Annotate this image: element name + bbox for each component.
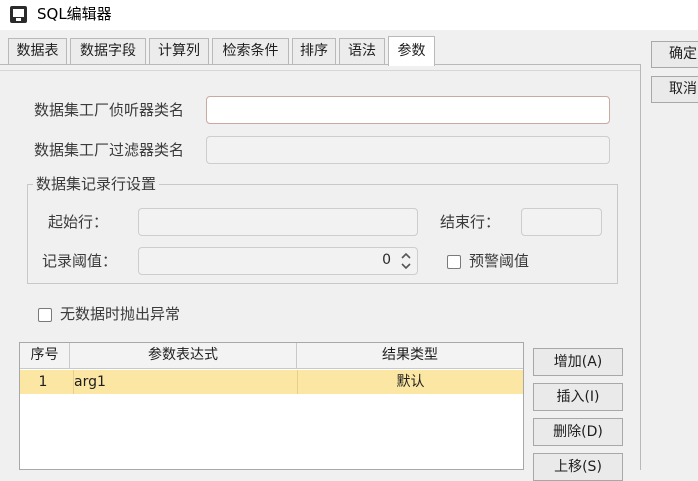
tab-search-conditions[interactable]: 检索条件 — [212, 38, 289, 64]
throw-on-empty-checkbox[interactable] — [38, 308, 52, 322]
table-row[interactable]: 1 arg1 默认 — [20, 370, 523, 394]
warn-threshold-checkbox[interactable] — [447, 255, 461, 269]
column-header-expression[interactable]: 参数表达式 — [70, 343, 297, 369]
window-title: SQL编辑器 — [37, 5, 112, 23]
threshold-value: 0 — [382, 252, 391, 268]
add-button[interactable]: 增加(A) — [533, 348, 623, 376]
throw-on-empty-label: 无数据时抛出异常 — [60, 305, 181, 323]
app-icon — [10, 6, 27, 23]
filter-class-input[interactable] — [206, 136, 610, 164]
column-header-result-type[interactable]: 结果类型 — [297, 343, 523, 369]
tab-syntax[interactable]: 语法 — [339, 38, 385, 64]
spinner-up-icon[interactable] — [401, 252, 411, 259]
filter-class-label: 数据集工厂过滤器类名 — [34, 141, 185, 159]
threshold-label: 记录阈值： — [42, 252, 118, 270]
spinner-down-icon[interactable] — [401, 263, 411, 270]
tab-data-fields[interactable]: 数据字段 — [70, 38, 146, 64]
threshold-spinner[interactable]: 0 — [138, 247, 418, 275]
start-row-input[interactable] — [138, 208, 418, 236]
tab-sort[interactable]: 排序 — [292, 38, 336, 64]
delete-button[interactable]: 删除(D) — [533, 418, 623, 446]
parameter-table[interactable]: 序号 参数表达式 结果类型 1 arg1 默认 — [19, 342, 524, 470]
ok-button[interactable]: 确定 — [651, 41, 698, 68]
row-result-type[interactable]: 默认 — [297, 370, 523, 394]
listener-class-label: 数据集工厂侦听器类名 — [34, 101, 185, 119]
panel-top-border — [0, 70, 641, 71]
insert-button[interactable]: 插入(I) — [533, 383, 623, 411]
warn-threshold-label: 预警阈值 — [469, 252, 530, 270]
move-up-button[interactable]: 上移(S) — [533, 453, 623, 481]
spinner-arrows-icon[interactable] — [399, 249, 413, 273]
tab-divider — [0, 64, 641, 65]
end-row-input[interactable] — [521, 208, 602, 236]
cancel-button[interactable]: 取消 — [651, 76, 698, 103]
row-index: 1 — [38, 374, 48, 390]
title-bar: SQL编辑器 — [0, 0, 698, 30]
start-row-label: 起始行： — [48, 213, 109, 231]
tab-data-table[interactable]: 数据表 — [8, 38, 67, 64]
tab-computed-columns[interactable]: 计算列 — [149, 38, 209, 64]
tab-parameters[interactable]: 参数 — [388, 36, 435, 66]
end-row-label: 结束行： — [440, 213, 501, 231]
listener-class-input[interactable] — [206, 96, 610, 124]
column-header-index[interactable]: 序号 — [20, 343, 70, 369]
row-expression[interactable]: arg1 — [73, 370, 293, 394]
record-row-settings-title: 数据集记录行设置 — [33, 174, 160, 194]
panel-right-border — [640, 64, 641, 470]
